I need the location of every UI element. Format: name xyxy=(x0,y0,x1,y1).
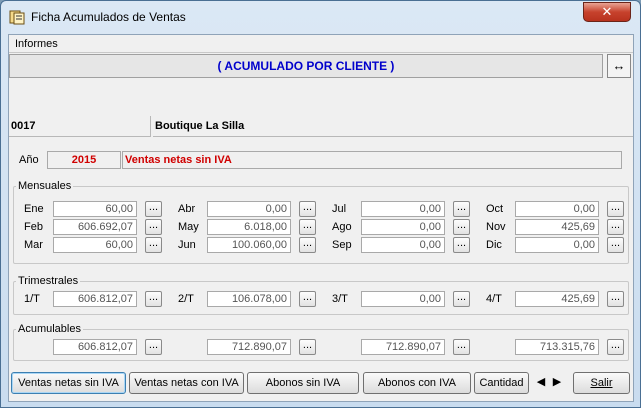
month-value-ene[interactable]: 60,00 xyxy=(53,201,137,217)
month-label: Oct xyxy=(486,203,504,215)
dots-button[interactable]: ... xyxy=(299,291,316,307)
quarter-value-3[interactable]: 0,00 xyxy=(361,291,445,307)
next-arrow-icon[interactable]: ▶ xyxy=(550,372,564,394)
quarter-value-4[interactable]: 425,69 xyxy=(515,291,599,307)
month-label: Dic xyxy=(486,239,502,251)
month-label: Ago xyxy=(332,221,352,233)
dots-button[interactable]: ... xyxy=(145,201,162,217)
app-icon xyxy=(9,10,25,25)
year-label: Año xyxy=(19,154,39,166)
month-value-jul[interactable]: 0,00 xyxy=(361,201,445,217)
month-value-nov[interactable]: 425,69 xyxy=(515,219,599,235)
trimestrales-label: Trimestrales xyxy=(16,275,81,287)
year-field: 2015 xyxy=(47,151,121,169)
dots-button[interactable]: ... xyxy=(453,339,470,355)
quarter-label: 3/T xyxy=(332,293,348,305)
dots-button[interactable]: ... xyxy=(453,201,470,217)
dots-button[interactable]: ... xyxy=(145,339,162,355)
dots-button[interactable]: ... xyxy=(453,291,470,307)
month-value-jun[interactable]: 100.060,00 xyxy=(207,237,291,253)
month-label: Mar xyxy=(24,239,43,251)
dots-button[interactable]: ... xyxy=(453,219,470,235)
dots-button[interactable]: ... xyxy=(299,237,316,253)
mensuales-label: Mensuales xyxy=(16,180,74,192)
dots-button[interactable]: ... xyxy=(453,237,470,253)
acumulables-label: Acumulables xyxy=(16,323,83,335)
month-label: May xyxy=(178,221,199,233)
menu-informes[interactable]: Informes xyxy=(15,38,58,50)
month-label: Nov xyxy=(486,221,506,233)
month-label: Jun xyxy=(178,239,196,251)
month-label: Jul xyxy=(332,203,347,215)
month-value-dic[interactable]: 0,00 xyxy=(515,237,599,253)
salir-button[interactable]: Salir xyxy=(573,372,630,394)
abonos-con-iva-button[interactable]: Abonos con IVA xyxy=(363,372,471,394)
quarter-label: 4/T xyxy=(486,293,502,305)
quarter-label: 2/T xyxy=(178,293,194,305)
month-label: Sep xyxy=(332,239,352,251)
client-area: Informes ( ACUMULADO POR CLIENTE ) ↔ 001… xyxy=(8,34,634,402)
abonos-sin-iva-button[interactable]: Abonos sin IVA xyxy=(247,372,359,394)
month-value-may[interactable]: 6.018,00 xyxy=(207,219,291,235)
quarter-label: 1/T xyxy=(24,293,40,305)
resize-arrows-icon[interactable]: ↔ xyxy=(607,54,631,78)
month-value-mar[interactable]: 60,00 xyxy=(53,237,137,253)
acumulable-value[interactable]: 712.890,07 xyxy=(361,339,445,355)
client-name: Boutique La Silla xyxy=(153,116,633,137)
month-value-ago[interactable]: 0,00 xyxy=(361,219,445,235)
acumulable-value[interactable]: 712.890,07 xyxy=(207,339,291,355)
month-value-oct[interactable]: 0,00 xyxy=(515,201,599,217)
divider xyxy=(150,116,151,137)
window-title: Ficha Acumulados de Ventas xyxy=(31,10,186,24)
month-value-abr[interactable]: 0,00 xyxy=(207,201,291,217)
month-label: Feb xyxy=(24,221,43,233)
client-code: 0017 xyxy=(9,116,150,137)
year-description: Ventas netas sin IVA xyxy=(122,151,622,169)
month-label: Abr xyxy=(178,203,196,215)
close-button[interactable]: ✕ xyxy=(583,2,631,22)
dots-button[interactable]: ... xyxy=(299,339,316,355)
title-bar[interactable]: Ficha Acumulados de Ventas ✕ xyxy=(1,1,640,33)
dots-button[interactable]: ... xyxy=(145,219,162,235)
month-label: Ene xyxy=(24,203,44,215)
month-value-feb[interactable]: 606.692,07 xyxy=(53,219,137,235)
dots-button[interactable]: ... xyxy=(607,201,624,217)
window: Ficha Acumulados de Ventas ✕ Informes ( … xyxy=(0,0,641,408)
ventas-con-iva-button[interactable]: Ventas netas con IVA xyxy=(129,372,244,394)
report-banner: ( ACUMULADO POR CLIENTE ) xyxy=(9,54,603,78)
cantidad-button[interactable]: Cantidad xyxy=(474,372,529,394)
dots-button[interactable]: ... xyxy=(607,237,624,253)
dots-button[interactable]: ... xyxy=(145,237,162,253)
dots-button[interactable]: ... xyxy=(299,201,316,217)
dots-button[interactable]: ... xyxy=(299,219,316,235)
month-value-sep[interactable]: 0,00 xyxy=(361,237,445,253)
dots-button[interactable]: ... xyxy=(607,339,624,355)
acumulable-value[interactable]: 606.812,07 xyxy=(53,339,137,355)
acumulable-value[interactable]: 713.315,76 xyxy=(515,339,599,355)
ventas-sin-iva-button[interactable]: Ventas netas sin IVA xyxy=(11,372,126,394)
dots-button[interactable]: ... xyxy=(607,291,624,307)
quarter-value-2[interactable]: 106.078,00 xyxy=(207,291,291,307)
dots-button[interactable]: ... xyxy=(145,291,162,307)
quarter-value-1[interactable]: 606.812,07 xyxy=(53,291,137,307)
menu-bar: Informes xyxy=(9,35,633,53)
dots-button[interactable]: ... xyxy=(607,219,624,235)
prev-arrow-icon[interactable]: ◀ xyxy=(534,372,548,394)
